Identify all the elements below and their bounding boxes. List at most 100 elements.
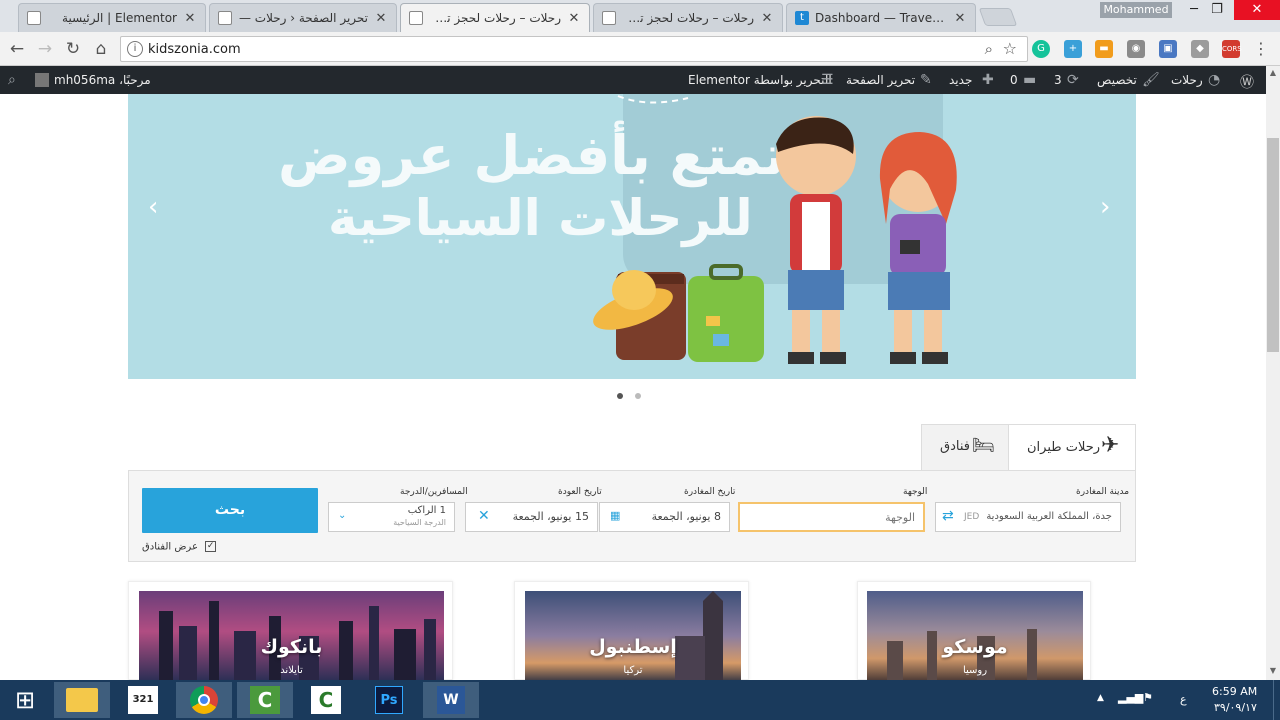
origin-input[interactable]: جدة، المملكة العربية السعودية JED ⇄ [935,502,1121,532]
show-desktop-button[interactable] [1273,680,1280,720]
bed-icon: 🛏 [972,435,995,456]
chrome-icon[interactable] [176,682,232,718]
photoshop-icon[interactable]: Ps [361,682,417,718]
passengers-select[interactable]: 1 الراكب الدرجة السياحية ⌄ [328,502,455,532]
depart-date-label: تاريخ المغادرة [684,487,736,497]
page-icon [27,11,41,25]
browser-tab[interactable]: رحلات – رحلات لحجز تذاكر ✕ [593,3,783,32]
browser-tab[interactable]: Elementor | الرئيسية ✕ [18,3,206,32]
checkbox-icon[interactable]: ✓ [205,541,217,552]
greeting[interactable]: مرحبًا، mh056ma [54,73,151,87]
browser-tab-active[interactable]: رحلات – رحلات لحجز تذاكر ✕ [400,3,590,32]
extension-icon[interactable]: ▬ [1095,40,1113,58]
search-button[interactable]: بحث [142,488,318,533]
home-icon[interactable]: ⌂ [90,38,112,60]
destination-card[interactable]: إسطنبول تركيا [514,581,749,681]
camtasia-icon[interactable]: C [298,682,354,718]
dashboard-icon: ◔ [1208,72,1221,88]
browser-tab[interactable]: t Dashboard — Travelpayo ✕ [786,3,976,32]
pencil-icon: ✎ [920,72,932,88]
destination-card[interactable]: بانكوك تايلاند [128,581,453,681]
destination-card[interactable]: موسكو روسيا [857,581,1091,681]
bookmark-star-icon[interactable]: ☆ [1003,39,1017,58]
elementor-edit-link[interactable]: التحرير بواسطة Elementor [688,73,832,87]
windows-taskbar: ⊞ 321 C C Ps W ▲ ▂▄▆ ⚑ ع 6:59 AM ٣٩/٠٩/١… [0,680,1280,720]
page-icon [602,11,616,25]
forward-icon[interactable]: → [34,38,56,60]
plus-icon: ✚ [982,72,994,88]
avatar[interactable] [35,73,49,87]
zoom-icon[interactable]: ⌕ [985,40,993,58]
url-text[interactable]: kidszonia.com [148,42,241,57]
clear-icon[interactable]: ✕ [478,508,490,524]
restore-button[interactable]: ❐ [1199,0,1235,20]
chevron-down-icon: ⌄ [338,510,347,521]
extension-icon[interactable]: + [1064,40,1082,58]
wp-admin-bar: ⌕ مرحبًا، mh056ma التحرير بواسطة Element… [0,66,1266,94]
cors-icon[interactable]: CORS [1222,40,1242,58]
clock-time[interactable]: 6:59 AM [1212,685,1257,698]
comments-count[interactable]: 0 [1010,73,1018,87]
word-icon[interactable]: W [423,682,479,718]
tab-flights[interactable]: رحلات طيران ✈ [1008,424,1136,470]
depart-date-input[interactable]: 8 يونيو، الجمعة ▦ [599,502,730,532]
reload-icon[interactable]: ↻ [62,38,84,60]
camera-icon[interactable]: ◉ [1127,40,1145,58]
customize-link[interactable]: تخصيص [1097,73,1137,87]
extension-icon[interactable]: ▣ [1159,40,1177,58]
swap-icon[interactable]: ⇄ [942,508,954,524]
page-icon [409,11,423,25]
destination-country: روسيا [962,665,988,676]
travelpayouts-icon: t [795,11,809,25]
scroll-up-icon[interactable]: ▲ [1266,66,1280,80]
tray-overflow-icon[interactable]: ▲ [1097,693,1104,703]
slider-next-icon[interactable]: › [1100,192,1110,222]
close-icon[interactable]: ✕ [183,11,197,26]
return-date-input[interactable]: 15 يونيو، الجمعة ✕ [465,502,598,532]
back-icon[interactable]: ← [6,38,28,60]
address-bar[interactable]: i kidszonia.com ⌕ ☆ [120,36,1028,62]
window-close-button[interactable]: ✕ [1234,0,1280,20]
scroll-down-icon[interactable]: ▼ [1266,664,1280,678]
menu-icon[interactable]: ⋮ [1252,40,1270,58]
scroll-thumb[interactable] [1267,138,1279,352]
updates-count[interactable]: 3 [1054,73,1062,87]
slider-dots [617,388,653,402]
destination-input[interactable] [738,502,925,532]
show-hotels-checkbox[interactable]: عرض الفنادق ✓ [142,541,217,553]
destination-label: الوجهة [903,487,928,497]
profile-button[interactable]: Mohammed [1100,2,1172,18]
windows-start-icon[interactable]: ⊞ [0,682,50,718]
slider-prev-icon[interactable]: ‹ [148,192,158,222]
site-name-link[interactable]: رحلات [1171,73,1203,87]
destination-image: موسكو روسيا [867,591,1083,681]
camtasia-icon[interactable]: C [237,682,293,718]
wordpress-icon[interactable]: Ⓦ [1240,72,1254,92]
close-icon[interactable]: ✕ [760,11,774,26]
close-icon[interactable]: ✕ [953,11,967,26]
info-icon[interactable]: i [127,41,143,57]
clock-date[interactable]: ٣٩/٠٩/١٧ [1214,701,1257,714]
close-icon[interactable]: ✕ [374,11,388,26]
destination-city: إسطنبول [589,636,677,658]
new-tab-button[interactable] [978,8,1018,26]
passengers-label: المسافرين/الدرجة [400,487,468,497]
grammarly-icon[interactable]: G [1032,40,1050,58]
tab-hotels[interactable]: فنادق 🛏 [921,424,1009,470]
edit-page-link[interactable]: تحرير الصفحة [846,73,915,87]
close-icon[interactable]: ✕ [567,11,581,26]
input-language[interactable]: ع [1180,693,1187,706]
media-player-icon[interactable]: 321 [115,682,171,718]
destination-city: موسكو [942,636,1008,658]
file-explorer-icon[interactable] [54,682,110,718]
extension-icon[interactable]: ◆ [1191,40,1209,58]
flag-icon[interactable]: ⚑ [1143,691,1153,704]
network-icon[interactable]: ▂▄▆ [1118,691,1143,704]
browser-tab[interactable]: تحرير الصفحة ‹ رحلات — ✕ [209,3,397,32]
destination-city: بانكوك [260,636,323,658]
search-icon[interactable]: ⌕ [8,72,16,88]
slider-dot[interactable] [635,393,641,399]
airplane-icon: ✈ [1101,433,1120,458]
slider-dot[interactable] [617,393,623,399]
new-link[interactable]: جديد [949,73,972,87]
